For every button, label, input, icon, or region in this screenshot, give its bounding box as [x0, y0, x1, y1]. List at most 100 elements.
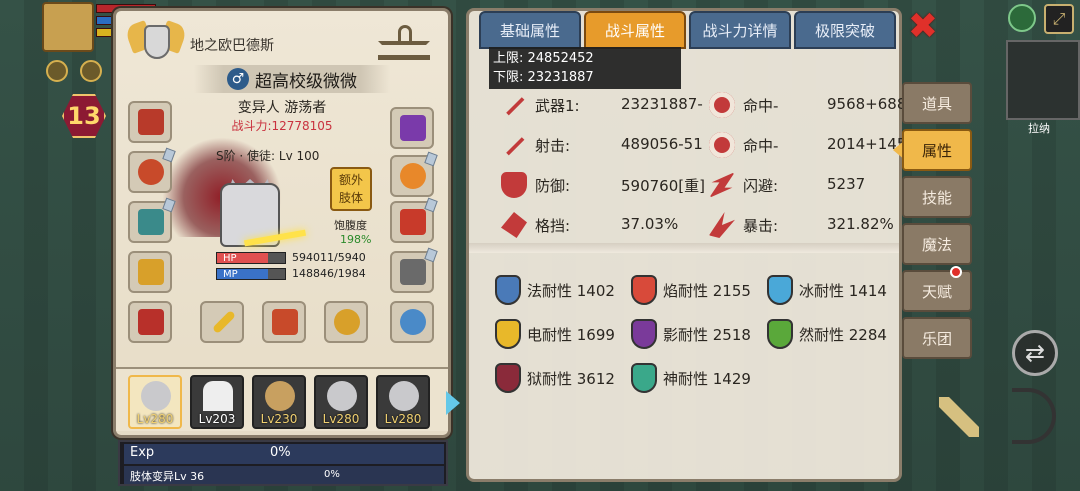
resistance-text: 电耐性 1699 [527, 325, 615, 344]
party-member-level: Lv203 [198, 412, 236, 426]
fire-resist-icon [631, 275, 657, 305]
tooltip-upper-limit: 上限: 24852452 [493, 51, 594, 66]
party-scroll-right-icon[interactable] [446, 391, 460, 415]
rank-emblem-icon [123, 17, 189, 69]
stat-value: 489056-51 [621, 135, 703, 153]
side-tab-skills[interactable]: 技能 [902, 176, 972, 218]
resistance-text: 影耐性 2518 [663, 325, 751, 344]
equip-slot-body[interactable] [128, 197, 176, 243]
resistance-magic: 法耐性 1402 [495, 273, 615, 307]
stat-value: 23231887- [621, 95, 703, 113]
stat-row: 射击: 489056-51 命中- 2014+1450 [489, 125, 916, 165]
equip-slot-arm[interactable] [128, 251, 172, 293]
character-panel: 地之欧巴德斯 ♂ 超高校级微微 变异人 游荡者 战斗力:12778105 S阶 … [113, 8, 460, 438]
shadow-resist-icon [631, 319, 657, 349]
stat-name: 防御: [535, 176, 571, 195]
resistance-divine: 神耐性 1429 [631, 361, 751, 395]
stat-row: 武器1: 23231887- 命中- 9568+6888 [489, 85, 916, 125]
side-tab-talent[interactable]: 天赋 [902, 266, 972, 312]
satiety-label: 饱腹度 [334, 219, 367, 232]
side-tab-label: 天赋 [921, 282, 952, 301]
party-member[interactable]: Lv280 [314, 375, 368, 429]
combat-stats: 武器1: 23231887- 命中- 9568+6888 射击: 489056-… [489, 85, 916, 245]
side-tab-label: 属性 [921, 141, 952, 160]
extra-limb-button[interactable]: 额外 肢体 [330, 167, 372, 211]
mp-value: 148846/1984 [292, 267, 366, 280]
player-avatar[interactable] [42, 2, 94, 52]
side-tab-items[interactable]: 道具 [902, 82, 972, 124]
target-icon [709, 92, 735, 118]
experience-panel: Exp 0% 肢体变异Lv 36 0% [118, 440, 448, 486]
party-member[interactable]: Lv230 [252, 375, 306, 429]
lightning-resist-icon [495, 319, 521, 349]
extra-limb-label-2: 肢体 [338, 191, 363, 205]
swap-weapon-button[interactable]: ⇄ [1012, 330, 1058, 376]
minimap[interactable] [1006, 40, 1080, 120]
equip-slot-ring2[interactable] [390, 151, 438, 197]
tab-combat-attributes[interactable]: 战斗属性 [584, 11, 686, 49]
character-nameplate: ♂ 超高校级微微 [194, 65, 390, 93]
tab-power-details[interactable]: 战斗力详情 [689, 11, 791, 49]
sword-icon [506, 97, 525, 116]
resistance-ice: 冰耐性 1414 [767, 273, 887, 307]
tab-limit-break[interactable]: 极限突破 [794, 11, 896, 49]
equip-slot-bow[interactable] [324, 301, 368, 343]
resistance-text: 狱耐性 3612 [527, 369, 615, 388]
party-member[interactable]: Lv280 [128, 375, 182, 429]
equip-slot-weapon1[interactable] [200, 301, 244, 343]
side-tab-label: 乐团 [921, 329, 952, 348]
party-members-strip: Lv280 Lv203 Lv230 Lv280 Lv280 [116, 367, 460, 431]
stat-row: 格挡: 37.03% 暴击: 321.82% [489, 205, 909, 245]
wardrobe-hanger-icon[interactable] [376, 25, 432, 67]
player-hud[interactable] [42, 2, 156, 52]
resistance-lightning: 电耐性 1699 [495, 317, 615, 351]
side-tab-magic[interactable]: 魔法 [902, 223, 972, 265]
buff-icon [46, 60, 68, 82]
stat-value: 5237 [827, 175, 866, 193]
stat-name: 命中- [743, 96, 779, 115]
party-member-level: Lv280 [136, 412, 174, 426]
side-tab-attributes[interactable]: 属性 [902, 129, 972, 171]
hud-buff-icons [46, 60, 102, 82]
attributes-panel: 基础属性 战斗属性 战斗力详情 极限突破 武器1: 23231887- 命中- … [466, 8, 916, 482]
equip-slot-gloves[interactable] [390, 247, 438, 293]
hp-mp-bars: HP 594011/5940 MP 148846/1984 [216, 251, 386, 283]
stat-name: 武器1: [535, 96, 580, 115]
stat-name: 闪避: [743, 176, 779, 195]
apostle-rank: S阶 · 使徒: Lv 100 [216, 149, 320, 163]
network-globe-icon[interactable] [1008, 4, 1036, 32]
party-member-level: Lv280 [384, 412, 422, 426]
hp-value: 594011/5940 [292, 251, 366, 264]
sword-icon [506, 137, 525, 156]
resistance-text: 焰耐性 2155 [663, 281, 751, 300]
party-member-level: Lv230 [260, 412, 298, 426]
mp-bar: MP 148846/1984 [216, 267, 386, 281]
equip-slot-legs[interactable] [128, 301, 172, 343]
hp-label: HP [223, 253, 237, 264]
party-member[interactable]: Lv280 [376, 375, 430, 429]
dodge-icon [709, 172, 735, 198]
side-tab-label: 道具 [921, 94, 952, 113]
equip-slot-neck[interactable] [128, 147, 176, 193]
male-gender-icon: ♂ [227, 68, 249, 90]
close-button[interactable]: ✖ [904, 8, 942, 46]
equip-slot-ring1[interactable] [390, 107, 434, 149]
block-icon [501, 212, 527, 238]
fullscreen-toggle-icon[interactable]: ⤢ [1044, 4, 1074, 34]
resistance-shadow: 影耐性 2518 [631, 317, 751, 351]
side-tab-band[interactable]: 乐团 [902, 317, 972, 359]
resistance-hell: 狱耐性 3612 [495, 361, 615, 395]
equip-slot-shield[interactable] [390, 301, 434, 343]
minimap-location-label: 拉纳 [1028, 122, 1050, 135]
party-member[interactable]: Lv203 [190, 375, 244, 429]
hell-resist-icon [495, 363, 521, 393]
equip-slot-accessory[interactable] [390, 197, 438, 243]
resistance-text: 法耐性 1402 [527, 281, 615, 300]
shield-icon [501, 172, 527, 198]
stat-value: 37.03% [621, 215, 679, 233]
tab-basic-attributes[interactable]: 基础属性 [479, 11, 581, 49]
equip-slot-head[interactable] [128, 101, 172, 143]
equip-slot-weapon2[interactable] [262, 301, 306, 343]
stat-value: 321.82% [827, 215, 894, 233]
stat-value: 590760[重] [621, 177, 705, 195]
